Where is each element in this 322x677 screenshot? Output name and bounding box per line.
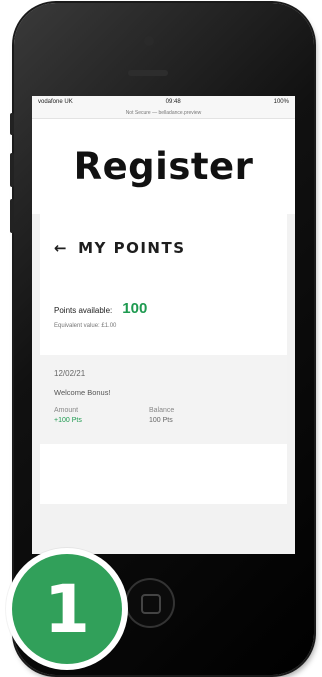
page-header: Register [32, 119, 295, 214]
front-camera [144, 36, 154, 46]
my-points-header[interactable]: ← MY POINTS [40, 214, 287, 282]
phone-screen: vodafone UK 09:48 100% Not Secure — bell… [32, 96, 295, 554]
earpiece-speaker [128, 70, 168, 76]
volume-down-button [10, 199, 14, 233]
amount-column: Amount +100 Pts [54, 407, 149, 424]
home-button-square-icon [141, 594, 161, 614]
page-title: Register [73, 145, 254, 188]
battery-label: 100% [273, 99, 289, 105]
carrier-label: vodafone UK [38, 99, 73, 105]
step-number-badge: 1 [12, 554, 122, 664]
transaction-values: Amount +100 Pts Balance 100 Pts [54, 407, 273, 424]
my-points-title: MY POINTS [78, 239, 186, 257]
url-bar[interactable]: Not Secure — belladance.preview [32, 108, 295, 119]
transaction-card: 12/02/21 Welcome Bonus! Amount +100 Pts … [40, 349, 287, 444]
status-time: 09:48 [165, 99, 181, 105]
balance-label: Balance [149, 407, 175, 414]
panel-spacer [40, 444, 287, 504]
points-available-value: 100 [122, 300, 148, 317]
balance-value: 100 Pts [149, 417, 173, 424]
points-panel: ← MY POINTS Points available: 100 Equiva… [40, 214, 287, 504]
volume-up-button [10, 153, 14, 187]
points-available-row: Points available: 100 [40, 282, 287, 323]
status-bar: vodafone UK 09:48 100% [32, 96, 295, 108]
arrow-left-icon[interactable]: ← [54, 239, 68, 257]
amount-label: Amount [54, 407, 79, 414]
equivalent-value: Equivalent value: £1.00 [54, 323, 117, 329]
transaction-date: 12/02/21 [54, 369, 86, 378]
silent-switch [10, 113, 14, 135]
amount-value: +100 Pts [54, 417, 82, 424]
points-available-label: Points available: [54, 306, 113, 315]
transaction-description: Welcome Bonus! [54, 388, 111, 397]
balance-column: Balance 100 Pts [149, 407, 244, 424]
